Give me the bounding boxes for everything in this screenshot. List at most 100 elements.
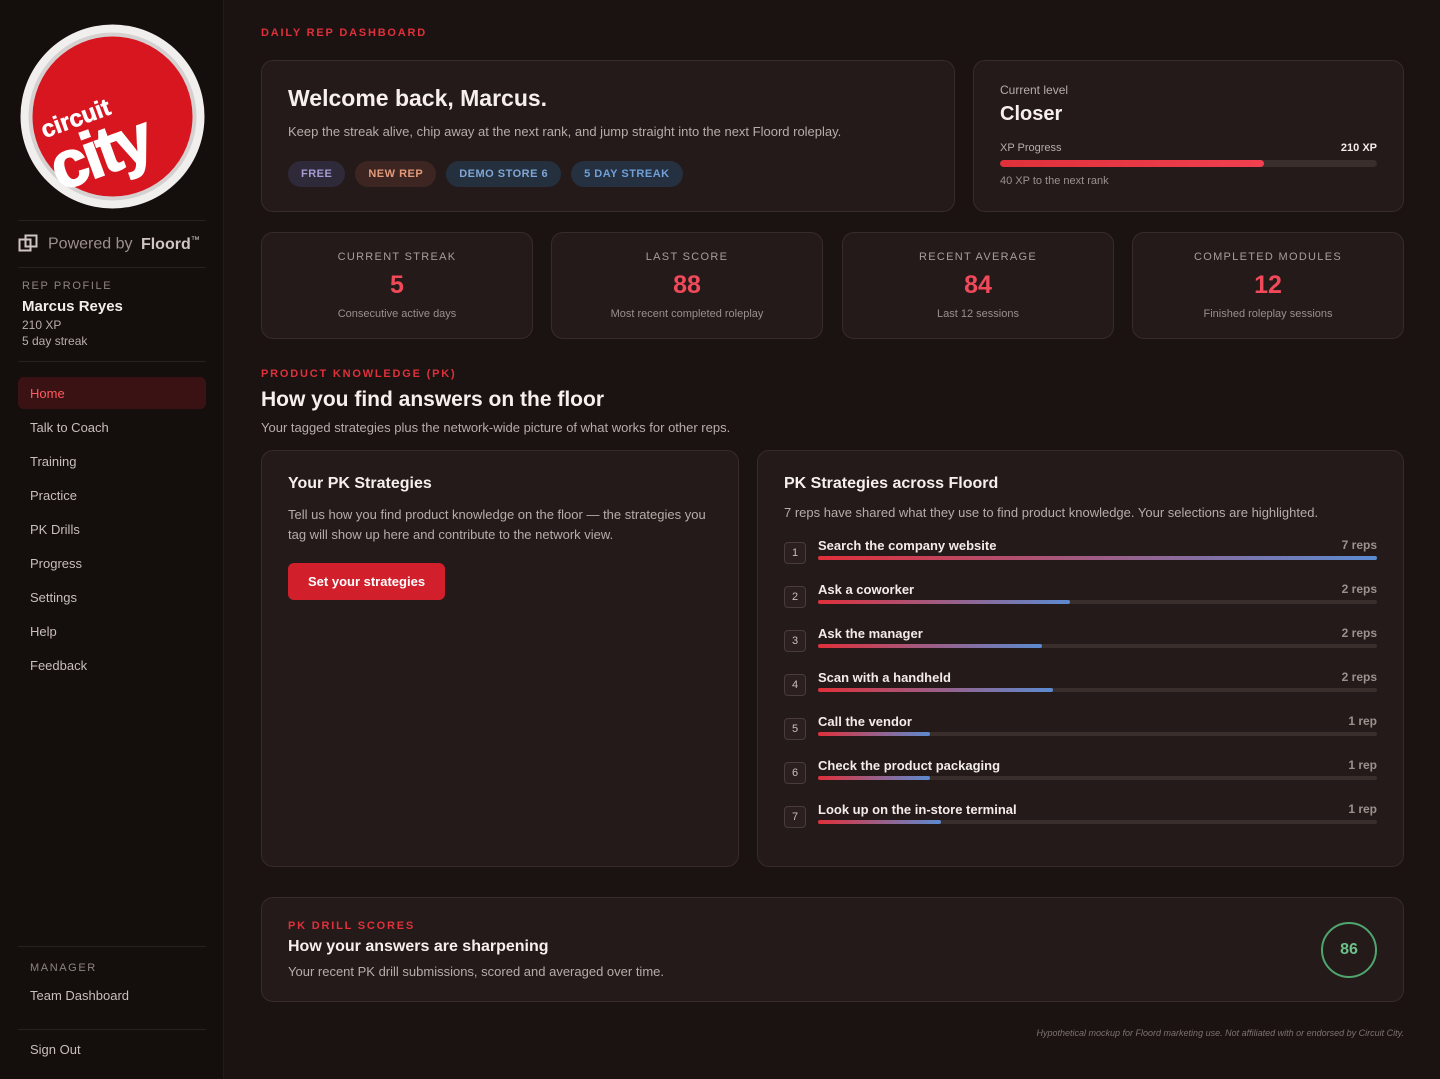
nav-item-team-dashboard[interactable]: Team Dashboard — [30, 988, 129, 1003]
strategy-name: Call the vendor — [818, 714, 912, 729]
xp-progress-label: XP Progress — [1000, 142, 1062, 154]
nav-item-talk-to-coach[interactable]: Talk to Coach — [18, 411, 206, 443]
pk-eyebrow: PRODUCT KNOWLEDGE (PK) — [261, 368, 457, 380]
strategy-reps: 7 reps — [1341, 538, 1377, 552]
set-strategies-button[interactable]: Set your strategies — [288, 563, 446, 600]
list-item: 7 Look up on the in-store terminal 1 rep — [784, 800, 1377, 844]
strategy-bar-fill — [818, 776, 930, 780]
level-name: Closer — [1000, 103, 1063, 125]
stat-value: 12 — [1254, 271, 1282, 299]
manager-divider — [18, 946, 206, 947]
strategy-rank: 2 — [784, 586, 806, 608]
list-item: 5 Call the vendor 1 rep — [784, 712, 1377, 756]
sidebar: circuit city Powered by Floord™ REP PROF… — [0, 0, 224, 1079]
pill-free: FREE — [288, 161, 346, 187]
strategy-reps: 2 reps — [1341, 582, 1377, 596]
nav-divider — [18, 361, 206, 362]
xp-progress-fill — [1000, 160, 1264, 167]
strategy-rank: 3 — [784, 630, 806, 652]
nav-item-home[interactable]: Home — [18, 377, 206, 409]
strategy-bar-fill — [818, 556, 1377, 560]
strategy-reps: 1 rep — [1348, 714, 1377, 728]
strategy-name: Search the company website — [818, 538, 997, 553]
nav-item-progress[interactable]: Progress — [18, 547, 206, 579]
strategy-reps: 2 reps — [1341, 626, 1377, 640]
pk-section-header: PRODUCT KNOWLEDGE (PK) How you find answ… — [261, 368, 1404, 435]
list-item: 4 Scan with a handheld 2 reps — [784, 668, 1377, 712]
stat-label: LAST SCORE — [645, 251, 729, 263]
stat-sub: Consecutive active days — [337, 308, 457, 320]
xp-progress-bar — [1000, 160, 1377, 167]
strategy-rank: 4 — [784, 674, 806, 696]
powered-brand: Floord™ — [140, 234, 200, 253]
strategy-bar-fill — [818, 820, 941, 824]
strategy-bar — [818, 688, 1377, 692]
nav-item-feedback[interactable]: Feedback — [18, 649, 206, 681]
level-label: Current level — [1000, 83, 1069, 97]
your-pk-body: Tell us how you find product knowledge o… — [288, 507, 706, 542]
pk-title: How you find answers on the floor — [261, 388, 605, 411]
strategy-rank: 1 — [784, 542, 806, 564]
drill-body: Your recent PK drill submissions, scored… — [288, 964, 664, 979]
list-item: 6 Check the product packaging 1 rep — [784, 756, 1377, 800]
strategy-name: Check the product packaging — [818, 758, 1001, 773]
strategy-bar — [818, 600, 1377, 604]
strategy-name: Look up on the in-store terminal — [818, 802, 1017, 817]
floord-logo-icon — [18, 234, 38, 252]
network-pk-title: PK Strategies across Floord — [784, 475, 999, 492]
pk-subtitle: Your tagged strategies plus the network-… — [261, 420, 731, 435]
strategy-reps: 1 rep — [1348, 758, 1377, 772]
strategy-bar — [818, 820, 1377, 824]
status-pills: FREE NEW REP DEMO STORE 6 5 DAY STREAK — [288, 161, 928, 187]
stat-label: RECENT AVERAGE — [918, 251, 1038, 263]
strategy-bar — [818, 556, 1377, 560]
drill-eyebrow: PK DRILL SCORES — [288, 920, 416, 932]
strategy-bar — [818, 776, 1377, 780]
strategy-bar — [818, 644, 1377, 648]
network-pk-card: PK Strategies across Floord 7 reps have … — [757, 450, 1404, 867]
strategy-bar-fill — [818, 688, 1053, 692]
strategy-name: Ask the manager — [818, 626, 923, 641]
strategy-rank: 5 — [784, 718, 806, 740]
manager-eyebrow: MANAGER — [30, 962, 97, 974]
strategy-rank: 7 — [784, 806, 806, 828]
strategy-list: 1 Search the company website 7 reps 2 As… — [784, 536, 1377, 844]
nav-item-help[interactable]: Help — [18, 615, 206, 647]
nav-item-pk-drills[interactable]: PK Drills — [18, 513, 206, 545]
strategy-bar-fill — [818, 644, 1042, 648]
welcome-title: Welcome back, Marcus. — [288, 85, 548, 111]
nav-item-settings[interactable]: Settings — [18, 581, 206, 613]
pill-new-rep: NEW REP — [355, 161, 437, 187]
xp-next-rank: 40 XP to the next rank — [1000, 175, 1109, 187]
list-item: 1 Search the company website 7 reps — [784, 536, 1377, 580]
circuit-city-logo[interactable]: circuit city — [20, 24, 205, 209]
stat-label: COMPLETED MODULES — [1193, 251, 1342, 263]
stat-sub: Last 12 sessions — [937, 308, 1019, 320]
pill-demo-store: DEMO STORE 6 — [446, 161, 562, 187]
drill-title: How your answers are sharpening — [288, 938, 549, 955]
welcome-body: Keep the streak alive, chip away at the … — [288, 124, 842, 139]
your-pk-title: Your PK Strategies — [288, 475, 432, 492]
strategy-name: Scan with a handheld — [818, 670, 951, 685]
nav-item-practice[interactable]: Practice — [18, 479, 206, 511]
strategy-rank: 6 — [784, 762, 806, 784]
list-item: 3 Ask the manager 2 reps — [784, 624, 1377, 668]
sign-out-link[interactable]: Sign Out — [30, 1042, 81, 1057]
powered-prefix: Powered by — [48, 235, 133, 253]
page-eyebrow: DAILY REP DASHBOARD — [261, 27, 428, 39]
pill-streak: 5 DAY STREAK — [571, 161, 683, 187]
stat-value: 84 — [964, 271, 992, 299]
rep-name: Marcus Reyes — [22, 298, 123, 315]
strategy-name: Ask a coworker — [818, 582, 915, 597]
nav-item-training[interactable]: Training — [18, 445, 206, 477]
rep-profile: REP PROFILE Marcus Reyes 210 XP 5 day st… — [22, 280, 206, 348]
stat-value: 5 — [390, 271, 404, 299]
strategy-bar-fill — [818, 600, 1070, 604]
level-card: Current level Closer XP Progress 210 XP … — [973, 60, 1404, 212]
stat-current-streak: CURRENT STREAK 5 Consecutive active days — [261, 232, 533, 339]
welcome-card: Welcome back, Marcus. Keep the streak al… — [261, 60, 955, 212]
strategy-reps: 1 rep — [1348, 802, 1377, 816]
list-item: 2 Ask a coworker 2 reps — [784, 580, 1377, 624]
rep-streak: 5 day streak — [22, 334, 88, 348]
stat-sub: Finished roleplay sessions — [1203, 308, 1333, 320]
